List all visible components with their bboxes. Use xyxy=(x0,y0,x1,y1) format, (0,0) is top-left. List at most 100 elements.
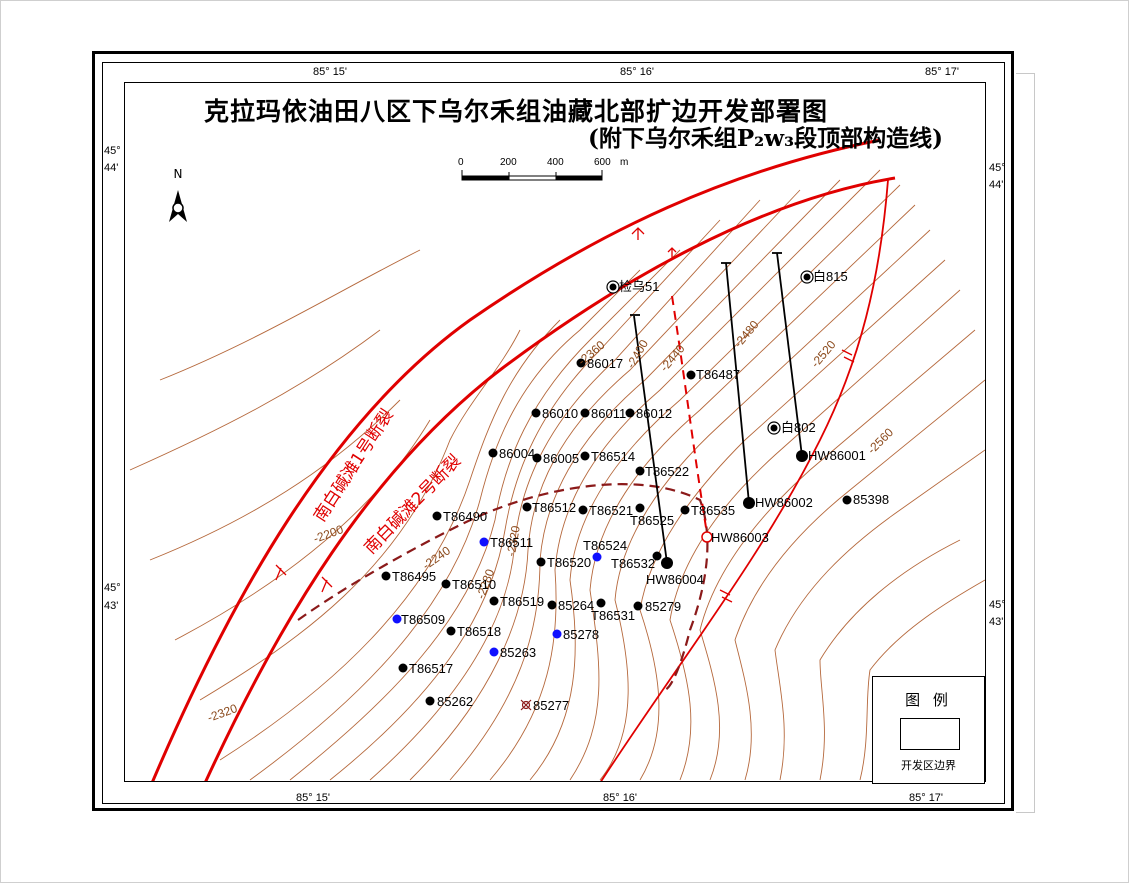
well-label: T86524 xyxy=(583,538,628,553)
oil-well-marker xyxy=(446,626,456,636)
oil-well-marker xyxy=(531,408,541,418)
well-label: 85398 xyxy=(853,492,890,507)
well-label: T86525 xyxy=(630,513,675,528)
well-label: T86487 xyxy=(696,367,741,382)
well-label: 86012 xyxy=(636,406,673,421)
coord-bottom-left: 85° 15' xyxy=(296,792,331,804)
legend-panel: 图 例 开发区边界 xyxy=(872,676,985,784)
exploration-well-marker xyxy=(606,280,620,294)
coord-top-right: 85° 17' xyxy=(925,66,960,78)
oil-well-marker xyxy=(596,598,606,608)
well-label: 85279 xyxy=(645,599,682,614)
well-label: T86531 xyxy=(591,608,636,623)
oil-well-marker xyxy=(522,502,532,512)
oil-well-marker xyxy=(381,571,391,581)
well-label: T86514 xyxy=(591,449,636,464)
well-label: T86495 xyxy=(392,569,437,584)
exploration-well-marker xyxy=(800,270,814,284)
oil-well-marker xyxy=(536,557,546,567)
oil-well-marker xyxy=(686,370,696,380)
legend-item-label: 开发区边界 xyxy=(901,759,956,772)
well-label: 85277 xyxy=(533,698,570,713)
coord-top-mid: 85° 16' xyxy=(620,66,655,78)
north-label: N xyxy=(173,167,183,181)
well-label: 86010 xyxy=(542,406,579,421)
coord-left-upper-deg: 45° xyxy=(104,145,121,157)
oil-well-marker xyxy=(680,505,690,515)
map-subtitle: (附下乌尔禾组P₂w₃段顶部构造线) xyxy=(588,125,944,152)
well-label: 85278 xyxy=(563,627,600,642)
scale-tick-400: 400 xyxy=(547,157,564,168)
north-arrow-icon xyxy=(169,190,187,222)
well-label: T86517 xyxy=(409,661,454,676)
oil-well-marker xyxy=(432,511,442,521)
scale-unit: m xyxy=(620,157,629,168)
coord-left-lower-deg: 45° xyxy=(104,582,121,594)
coord-right-lower-min: 43' xyxy=(989,616,1004,628)
oil-well-marker xyxy=(580,408,590,418)
well-label: HW86004 xyxy=(646,572,704,587)
well-label: 86004 xyxy=(499,446,536,461)
oil-well-marker xyxy=(547,600,557,610)
well-label: 85262 xyxy=(437,694,474,709)
scale-tick-600: 600 xyxy=(594,157,611,168)
oil-well-marker xyxy=(635,466,645,476)
oil-well-marker xyxy=(489,596,499,606)
horizontal-well-marker xyxy=(661,557,673,569)
coord-right-upper-deg: 45° xyxy=(989,162,1006,174)
coord-top-left: 85° 15' xyxy=(313,66,348,78)
coord-left-lower-min: 43' xyxy=(104,600,119,612)
well-label: T86511 xyxy=(490,535,534,550)
oil-well-marker xyxy=(425,696,435,706)
oil-well-marker xyxy=(441,579,451,589)
scale-tick-200: 200 xyxy=(500,157,517,168)
well-label: 白815 xyxy=(813,269,848,284)
contour-lines xyxy=(129,169,985,781)
fault-lines xyxy=(151,138,896,781)
well-label: HW86002 xyxy=(755,495,813,510)
water-well-marker xyxy=(592,552,602,562)
coord-left-upper-min: 44' xyxy=(104,162,119,174)
scale-bar xyxy=(461,170,603,181)
well-label: T86519 xyxy=(500,594,545,609)
oil-well-marker xyxy=(488,448,498,458)
well-label: 85263 xyxy=(500,645,537,660)
well-label: T86510 xyxy=(452,577,497,592)
oil-well-marker xyxy=(398,663,408,673)
oil-well-marker xyxy=(625,408,635,418)
legend-symbol-box xyxy=(900,718,960,750)
horizontal-well-marker xyxy=(796,450,808,462)
water-well-marker xyxy=(479,537,489,547)
fault-1-line xyxy=(151,138,881,781)
well-label: T86522 xyxy=(645,464,690,479)
well-label: 86017 xyxy=(587,356,624,371)
water-well-marker xyxy=(489,647,499,657)
well-label: HW86001 xyxy=(808,448,866,463)
well-label: 86005 xyxy=(543,451,580,466)
oil-well-marker xyxy=(580,451,590,461)
coord-right-lower-deg: 45° xyxy=(989,599,1006,611)
oil-well-marker xyxy=(578,505,588,515)
well-label: T86520 xyxy=(547,555,592,570)
abandoned-well-marker xyxy=(520,699,532,711)
well-label: T86521 xyxy=(589,503,634,518)
well-label: T86532 xyxy=(611,556,656,571)
well-label: T86490 xyxy=(443,509,488,524)
scale-tick-0: 0 xyxy=(458,157,464,168)
oil-well-marker xyxy=(842,495,852,505)
well-label: T86535 xyxy=(691,503,736,518)
well-label: 86011 xyxy=(591,406,627,421)
well-label: 白802 xyxy=(781,420,816,435)
legend-title: 图 例 xyxy=(905,691,952,709)
well-label: T86512 xyxy=(532,500,577,515)
horizontal-well-marker xyxy=(743,497,755,509)
exploration-well-marker xyxy=(767,421,781,435)
well-markers xyxy=(381,270,852,711)
well-label: 85264 xyxy=(558,598,595,613)
well-label: 检乌51 xyxy=(619,279,660,294)
coord-bottom-right: 85° 17' xyxy=(909,792,944,804)
water-well-marker xyxy=(552,629,562,639)
coord-right-upper-min: 44' xyxy=(989,179,1004,191)
well-label: HW86003 xyxy=(711,530,769,545)
well-label: T86509 xyxy=(401,612,446,627)
